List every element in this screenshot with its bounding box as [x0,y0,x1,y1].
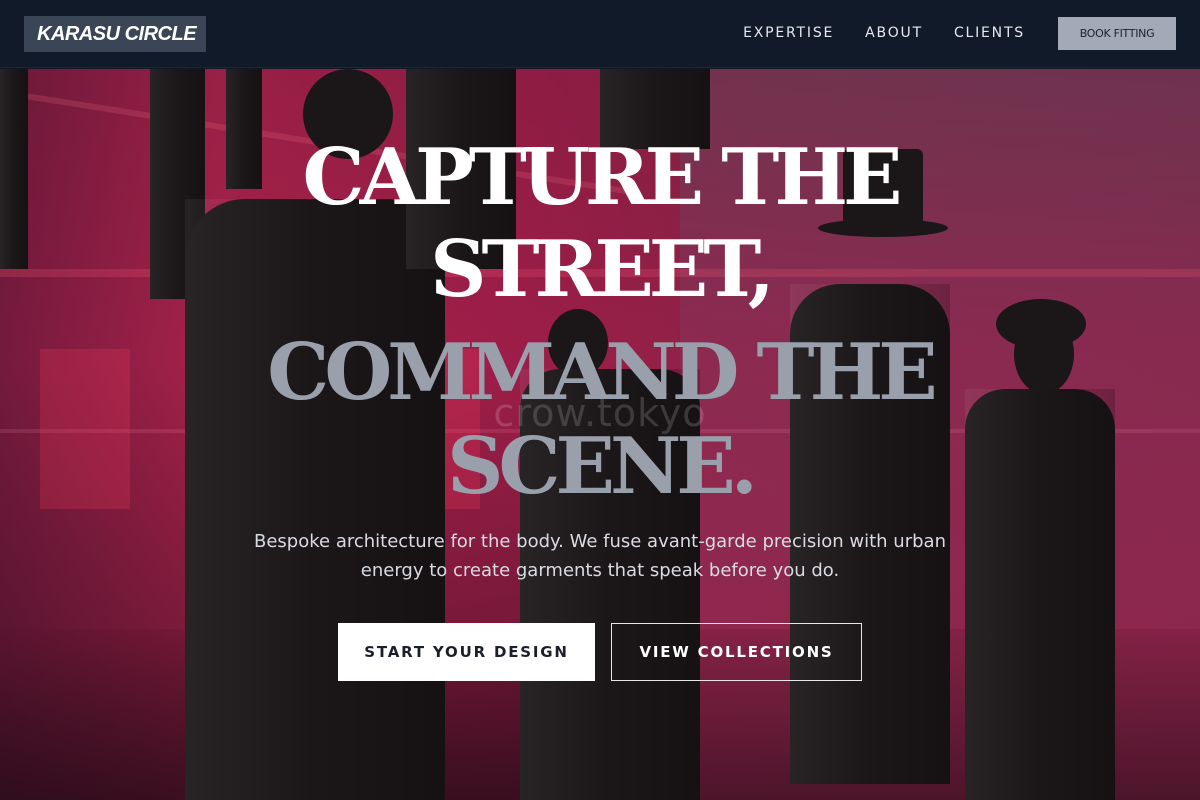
headline-line: CAPTURE THE [302,132,903,223]
book-fitting-button[interactable]: BOOK FITTING [1058,17,1176,50]
main-nav: EXPERTISE ABOUT CLIENTS [712,23,1025,43]
headline-line-accent: SCENE. [447,421,758,512]
brand-logo[interactable]: KARASU CIRCLE [24,16,207,52]
site-header: KARASU CIRCLE EXPERTISE ABOUT CLIENTS BO… [0,0,1200,68]
headline-line: STREET, [430,224,775,315]
nav-link-clients[interactable]: CLIENTS [954,23,1025,43]
hero-subtitle: Bespoke architecture for the body. We fu… [254,531,946,581]
view-collections-button[interactable]: VIEW COLLECTIONS [611,623,862,681]
nav-link-about[interactable]: ABOUT [865,23,923,43]
nav-link-expertise[interactable]: EXPERTISE [743,23,834,43]
start-your-design-button[interactable]: START YOUR DESIGN [338,623,595,681]
headline-line-accent: COMMAND THE [267,327,938,418]
hero-section: crow.tokyo CAPTURE THE STREET, COMMAND T… [0,69,1200,800]
